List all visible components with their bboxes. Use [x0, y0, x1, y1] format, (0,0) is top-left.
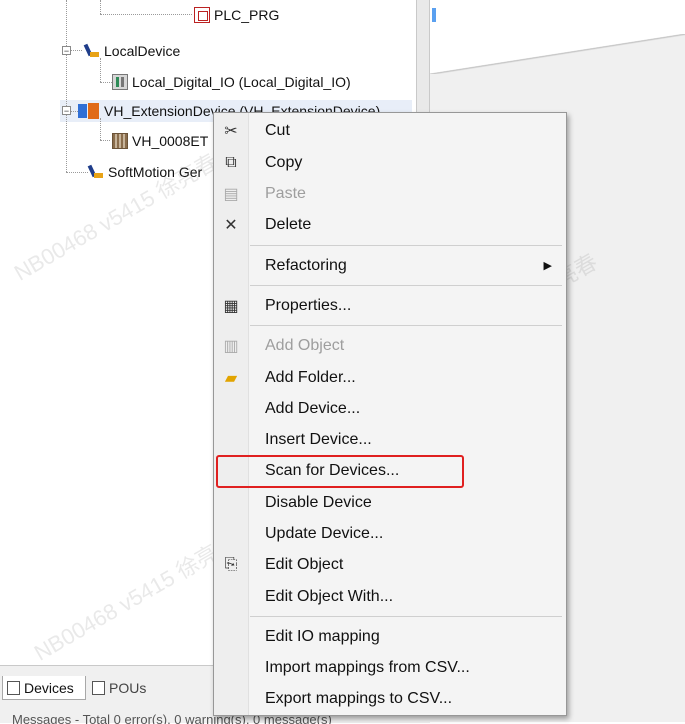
menu-item-edit-object[interactable]: ⎘ Edit Object — [214, 549, 566, 580]
folder-icon: ▰ — [224, 369, 238, 387]
menu-item-disable-device[interactable]: Disable Device — [214, 487, 566, 518]
menu-item-label: Add Device... — [265, 399, 361, 417]
menu-item-label: Add Object — [265, 336, 345, 354]
menu-item-label: Edit IO mapping — [265, 627, 380, 645]
tab-label: Devices — [24, 679, 74, 696]
menu-item-label: Edit Object With... — [265, 587, 394, 605]
menu-separator — [250, 325, 562, 326]
paste-icon: ▤ — [223, 185, 239, 203]
menu-item-paste[interactable]: ▤ Paste — [214, 178, 566, 209]
menu-item-add-folder[interactable]: ▰ Add Folder... — [214, 362, 566, 393]
menu-item-label: Insert Device... — [265, 430, 372, 448]
menu-item-label: Copy — [265, 153, 303, 171]
add-object-icon: ▥ — [223, 337, 239, 355]
menu-item-copy[interactable]: ⧉ Copy — [214, 147, 566, 178]
tree-item-plc-prg[interactable]: PLC_PRG — [194, 4, 279, 26]
menu-item-label: Update Device... — [265, 524, 384, 542]
menu-item-properties[interactable]: ▦ Properties... — [214, 290, 566, 321]
tree-item-label: LocalDevice — [104, 43, 181, 59]
collapse-toggle[interactable]: − — [62, 106, 71, 116]
panel-edge — [430, 34, 685, 74]
menu-item-label: Edit Object — [265, 555, 344, 573]
menu-item-label: Add Folder... — [265, 368, 356, 386]
menu-item-label: Import mappings from CSV... — [265, 658, 470, 676]
io-module-icon — [112, 74, 128, 90]
edit-object-icon: ⎘ — [224, 555, 238, 573]
menu-item-label: Export mappings to CSV... — [265, 689, 453, 707]
tab-devices[interactable]: Devices — [2, 676, 86, 700]
tree-item-label: Local_Digital_IO (Local_Digital_IO) — [132, 74, 351, 90]
tree-item-label: VH_0008ET — [132, 133, 209, 149]
menu-separator — [250, 616, 562, 617]
tree-item-label: SoftMotion Ger — [108, 164, 203, 180]
menu-item-label: Paste — [265, 184, 306, 202]
menu-item-import-mappings[interactable]: Import mappings from CSV... — [214, 652, 566, 683]
device-icon — [84, 43, 100, 59]
annotation-highlight-box — [216, 455, 464, 488]
module-icon — [112, 133, 128, 149]
program-icon — [194, 7, 210, 23]
menu-item-cut[interactable]: ✂ Cut — [214, 115, 566, 146]
menu-item-export-mappings[interactable]: Export mappings to CSV... — [214, 683, 566, 714]
menu-item-edit-io-mapping[interactable]: Edit IO mapping — [214, 621, 566, 652]
menu-item-label: Refactoring — [265, 256, 347, 274]
devices-tab-icon — [7, 680, 20, 695]
menu-item-insert-device[interactable]: Insert Device... — [214, 424, 566, 455]
menu-separator — [250, 245, 562, 246]
tab-pous[interactable]: POUs — [88, 676, 168, 700]
menu-item-add-object[interactable]: ▥ Add Object — [214, 330, 566, 361]
collapse-toggle[interactable]: − — [62, 46, 71, 56]
tree-item-label: PLC_PRG — [214, 7, 280, 23]
menu-item-add-device[interactable]: Add Device... — [214, 393, 566, 424]
tree-item-localdevice[interactable]: LocalDevice — [84, 40, 180, 62]
menu-item-label: Disable Device — [265, 493, 372, 511]
extension-device-icon — [78, 103, 100, 119]
menu-item-delete[interactable]: ✕ Delete — [214, 209, 566, 240]
properties-icon: ▦ — [223, 297, 239, 315]
tab-label: POUs — [109, 680, 147, 696]
tree-item-softmotion[interactable]: SoftMotion Ger — [88, 161, 202, 183]
menu-item-edit-object-with[interactable]: Edit Object With... — [214, 581, 566, 612]
context-menu: ✂ Cut ⧉ Copy ▤ Paste ✕ Delete Refactorin… — [213, 112, 567, 716]
menu-item-update-device[interactable]: Update Device... — [214, 518, 566, 549]
tree-item-local-digital-io[interactable]: Local_Digital_IO (Local_Digital_IO) — [112, 71, 351, 93]
scissors-icon: ✂ — [224, 122, 238, 140]
menu-item-label: Properties... — [265, 296, 352, 314]
copy-icon: ⧉ — [225, 153, 237, 171]
device-icon — [88, 164, 104, 180]
menu-separator — [250, 285, 562, 286]
cursor-marker — [432, 8, 436, 22]
menu-item-label: Delete — [265, 215, 312, 233]
menu-item-refactoring[interactable]: Refactoring ▶ — [214, 250, 566, 281]
tree-item-vh-0008et[interactable]: VH_0008ET — [112, 130, 208, 152]
menu-item-label: Cut — [265, 121, 290, 139]
delete-icon: ✕ — [224, 216, 238, 234]
submenu-arrow-icon: ▶ — [543, 260, 552, 272]
pous-tab-icon — [92, 681, 105, 695]
document-area — [430, 0, 685, 34]
